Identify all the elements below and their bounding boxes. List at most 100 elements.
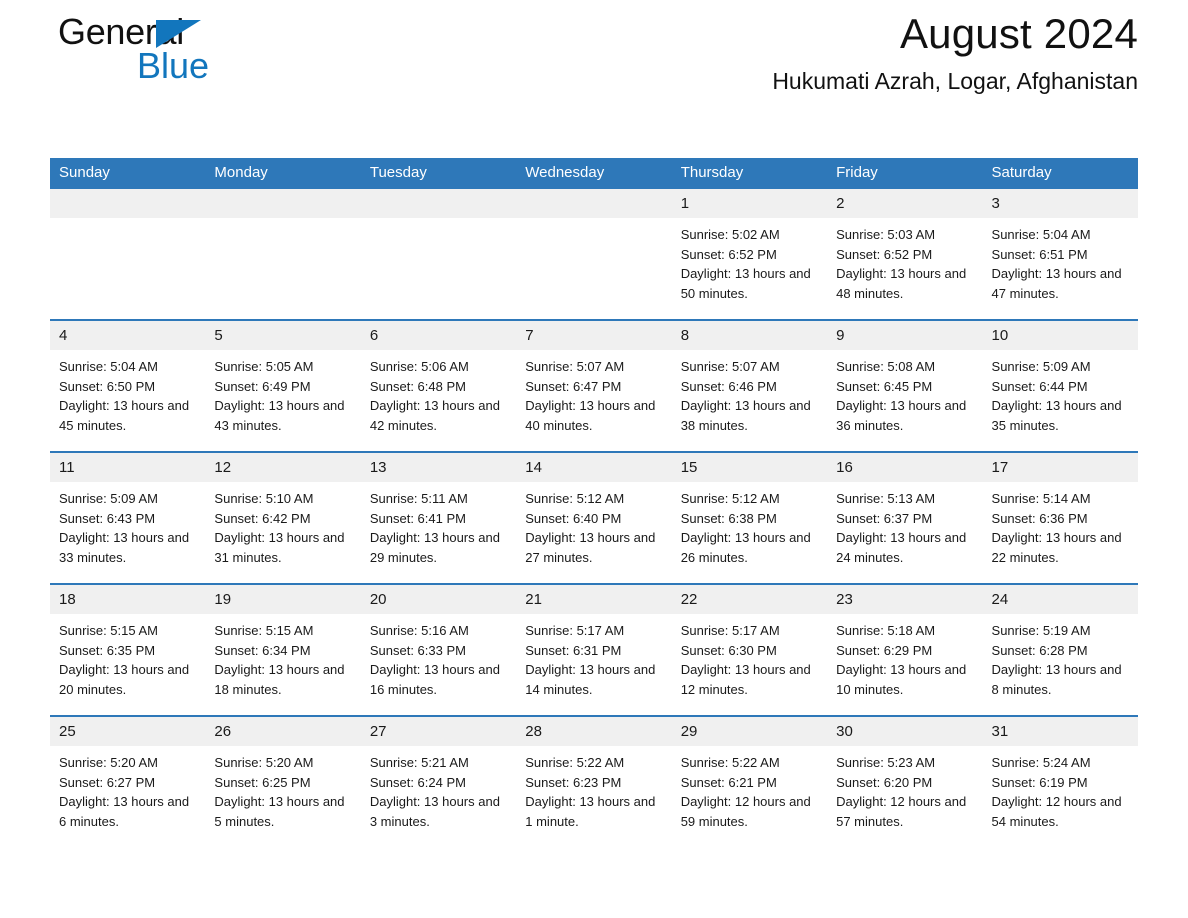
logo-triangle-icon — [156, 20, 201, 48]
calendar-day-cell[interactable]: 29 Sunrise: 5:22 AM Sunset: 6:21 PM Dayligh… — [671, 717, 828, 847]
day-details: Sunrise: 5:15 AM Sunset: 6:35 PM Daylight:… — [50, 614, 205, 699]
calendar-day-cell[interactable]: 19 Sunrise: 5:15 AM Sunset: 6:34 PM Dayligh… — [205, 585, 361, 715]
daylight-text: Daylight: 13 hours and 26 minutes. — [680, 530, 811, 565]
calendar-day-cell[interactable]: 28 Sunrise: 5:22 AM Sunset: 6:23 PM Dayligh… — [516, 717, 672, 847]
calendar-day-cell[interactable]: 1 Sunrise: 5:02 AM Sunset: 6:52 PM Daylight… — [671, 189, 828, 319]
sunset-text: Sunset: 6:41 PM — [369, 510, 466, 526]
calendar-day-cell[interactable]: 25 Sunrise: 5:20 AM Sunset: 6:27 PM Dayligh… — [50, 717, 206, 847]
calendar-day-cell[interactable]: 30 Sunrise: 5:23 AM Sunset: 6:20 PM Dayligh… — [827, 717, 983, 847]
calendar-day-cell[interactable]: 10 Sunrise: 5:09 AM Sunset: 6:44 PM Dayligh… — [982, 321, 1138, 451]
page-title: August 2024 — [899, 10, 1138, 57]
day-details: Sunrise: 5:12 AM Sunset: 6:40 PM Daylight:… — [516, 482, 671, 567]
calendar-day-cell[interactable]: 6 Sunrise: 5:06 AM Sunset: 6:48 PM Daylight… — [360, 321, 517, 451]
day-number: 27 — [360, 717, 517, 746]
calendar-day-cell-empty — [516, 189, 672, 319]
day-details: Sunrise: 5:19 AM Sunset: 6:28 PM Daylight:… — [983, 614, 1138, 699]
daylight-text: Daylight: 13 hours and 22 minutes. — [991, 530, 1122, 565]
calendar-day-cell[interactable]: 26 Sunrise: 5:20 AM Sunset: 6:25 PM Dayligh… — [205, 717, 361, 847]
sunset-text: Sunset: 6:51 PM — [991, 246, 1088, 262]
calendar-day-cell[interactable]: 11 Sunrise: 5:09 AM Sunset: 6:43 PM Dayligh… — [50, 453, 206, 583]
sunset-text: Sunset: 6:19 PM — [991, 774, 1088, 790]
daylight-text: Daylight: 13 hours and 47 minutes. — [991, 266, 1122, 301]
calendar-day-cell[interactable]: 13 Sunrise: 5:11 AM Sunset: 6:41 PM Dayligh… — [360, 453, 517, 583]
sunset-text: Sunset: 6:42 PM — [214, 510, 311, 526]
calendar-day-cell[interactable]: 31 Sunrise: 5:24 AM Sunset: 6:19 PM Dayligh… — [982, 717, 1138, 847]
day-number: 28 — [516, 717, 672, 746]
calendar-day-cell[interactable]: 14 Sunrise: 5:12 AM Sunset: 6:40 PM Dayligh… — [516, 453, 672, 583]
day-number: 31 — [982, 717, 1138, 746]
day-details: Sunrise: 5:20 AM Sunset: 6:25 PM Daylight:… — [205, 746, 360, 831]
daylight-text: Daylight: 13 hours and 5 minutes. — [214, 794, 345, 829]
sunset-text: Sunset: 6:46 PM — [680, 378, 777, 394]
day-number: 13 — [360, 453, 517, 482]
calendar-day-cell[interactable]: 9 Sunrise: 5:08 AM Sunset: 6:45 PM Daylight… — [827, 321, 983, 451]
day-number: 24 — [982, 585, 1138, 614]
title-block: August 2024 Hukumati Azrah, Logar, Afgha… — [378, 0, 1138, 96]
calendar-week-row: 25 Sunrise: 5:20 AM Sunset: 6:27 PM Dayligh… — [50, 717, 1138, 847]
daylight-text: Daylight: 12 hours and 57 minutes. — [836, 794, 967, 829]
weekday-header-friday: Friday — [827, 158, 983, 189]
day-number — [205, 189, 361, 218]
calendar-day-cell[interactable]: 22 Sunrise: 5:17 AM Sunset: 6:30 PM Dayligh… — [671, 585, 828, 715]
sunrise-text: Sunrise: 5:22 AM — [680, 755, 780, 770]
sunset-text: Sunset: 6:52 PM — [680, 246, 777, 262]
sunrise-text: Sunrise: 5:04 AM — [991, 227, 1091, 242]
sunset-text: Sunset: 6:21 PM — [680, 774, 777, 790]
calendar-day-cell[interactable]: 21 Sunrise: 5:17 AM Sunset: 6:31 PM Dayligh… — [516, 585, 672, 715]
generalblue-logo[interactable]: General Blue — [58, 12, 278, 98]
page-subtitle: Hukumati Azrah, Logar, Afghanistan — [772, 68, 1138, 94]
weekday-header-saturday: Saturday — [982, 158, 1138, 189]
day-number: 26 — [205, 717, 361, 746]
calendar-day-cell[interactable]: 3 Sunrise: 5:04 AM Sunset: 6:51 PM Daylight… — [982, 189, 1138, 319]
sunrise-text: Sunrise: 5:09 AM — [991, 359, 1091, 374]
sunset-text: Sunset: 6:40 PM — [525, 510, 622, 526]
weekday-header-row: Sunday Monday Tuesday Wednesday Thursday Frid… — [50, 158, 1138, 189]
sunrise-text: Sunrise: 5:22 AM — [525, 755, 625, 770]
sunset-text: Sunset: 6:24 PM — [369, 774, 466, 790]
calendar-day-cell[interactable]: 20 Sunrise: 5:16 AM Sunset: 6:33 PM Dayligh… — [360, 585, 517, 715]
calendar-day-cell[interactable]: 24 Sunrise: 5:19 AM Sunset: 6:28 PM Dayligh… — [982, 585, 1138, 715]
calendar-day-cell[interactable]: 18 Sunrise: 5:15 AM Sunset: 6:35 PM Dayligh… — [50, 585, 206, 715]
day-number: 18 — [50, 585, 206, 614]
sunrise-text: Sunrise: 5:19 AM — [991, 623, 1091, 638]
sunrise-text: Sunrise: 5:09 AM — [59, 491, 158, 506]
day-details: Sunrise: 5:15 AM Sunset: 6:34 PM Daylight:… — [205, 614, 360, 699]
sunrise-text: Sunrise: 5:21 AM — [369, 755, 469, 770]
day-number: 10 — [982, 321, 1138, 350]
calendar-header-row: Sunday Monday Tuesday Wednesday Thursday Frid… — [50, 158, 1138, 189]
daylight-text: Daylight: 13 hours and 45 minutes. — [59, 398, 190, 433]
daylight-text: Daylight: 12 hours and 59 minutes. — [680, 794, 811, 829]
day-details: Sunrise: 5:21 AM Sunset: 6:24 PM Daylight:… — [361, 746, 516, 831]
calendar-day-cell[interactable]: 23 Sunrise: 5:18 AM Sunset: 6:29 PM Dayligh… — [827, 585, 983, 715]
weekday-header-wednesday: Wednesday — [516, 158, 672, 189]
calendar-day-cell[interactable]: 17 Sunrise: 5:14 AM Sunset: 6:36 PM Dayligh… — [982, 453, 1138, 583]
day-number: 11 — [50, 453, 206, 482]
calendar-day-cell[interactable]: 7 Sunrise: 5:07 AM Sunset: 6:47 PM Daylight… — [516, 321, 672, 451]
sunset-text: Sunset: 6:36 PM — [991, 510, 1088, 526]
calendar-page: General Blue August 2024 Hukumati Azrah,… — [0, 0, 1188, 918]
calendar-week-row: 1 Sunrise: 5:02 AM Sunset: 6:52 PM Daylight… — [50, 189, 1138, 319]
sunset-text: Sunset: 6:25 PM — [214, 774, 311, 790]
day-number: 12 — [205, 453, 361, 482]
daylight-text: Daylight: 13 hours and 36 minutes. — [836, 398, 967, 433]
daylight-text: Daylight: 13 hours and 20 minutes. — [59, 662, 190, 697]
calendar-day-cell[interactable]: 16 Sunrise: 5:13 AM Sunset: 6:37 PM Dayligh… — [827, 453, 983, 583]
calendar-day-cell[interactable]: 5 Sunrise: 5:05 AM Sunset: 6:49 PM Daylight… — [205, 321, 361, 451]
calendar-day-cell[interactable]: 8 Sunrise: 5:07 AM Sunset: 6:46 PM Daylight… — [671, 321, 828, 451]
calendar-grid: Sunday Monday Tuesday Wednesday Thursday Frid… — [50, 158, 1138, 847]
calendar-day-cell[interactable]: 15 Sunrise: 5:12 AM Sunset: 6:38 PM Dayligh… — [671, 453, 828, 583]
sunrise-text: Sunrise: 5:17 AM — [525, 623, 625, 638]
sunset-text: Sunset: 6:50 PM — [59, 378, 156, 394]
sunrise-text: Sunrise: 5:14 AM — [991, 491, 1091, 506]
sunset-text: Sunset: 6:35 PM — [59, 642, 156, 658]
day-details: Sunrise: 5:06 AM Sunset: 6:48 PM Daylight:… — [361, 350, 516, 435]
calendar-day-cell[interactable]: 12 Sunrise: 5:10 AM Sunset: 6:42 PM Dayligh… — [205, 453, 361, 583]
calendar-day-cell[interactable]: 2 Sunrise: 5:03 AM Sunset: 6:52 PM Daylight… — [827, 189, 983, 319]
calendar-body: 1 Sunrise: 5:02 AM Sunset: 6:52 PM Daylight… — [50, 189, 1138, 847]
calendar-day-cell[interactable]: 27 Sunrise: 5:21 AM Sunset: 6:24 PM Dayligh… — [360, 717, 517, 847]
daylight-text: Daylight: 13 hours and 10 minutes. — [836, 662, 967, 697]
sunrise-text: Sunrise: 5:07 AM — [525, 359, 625, 374]
day-number: 20 — [360, 585, 517, 614]
calendar-day-cell[interactable]: 4 Sunrise: 5:04 AM Sunset: 6:50 PM Daylight… — [50, 321, 206, 451]
day-details: Sunrise: 5:17 AM Sunset: 6:30 PM Daylight:… — [672, 614, 827, 699]
